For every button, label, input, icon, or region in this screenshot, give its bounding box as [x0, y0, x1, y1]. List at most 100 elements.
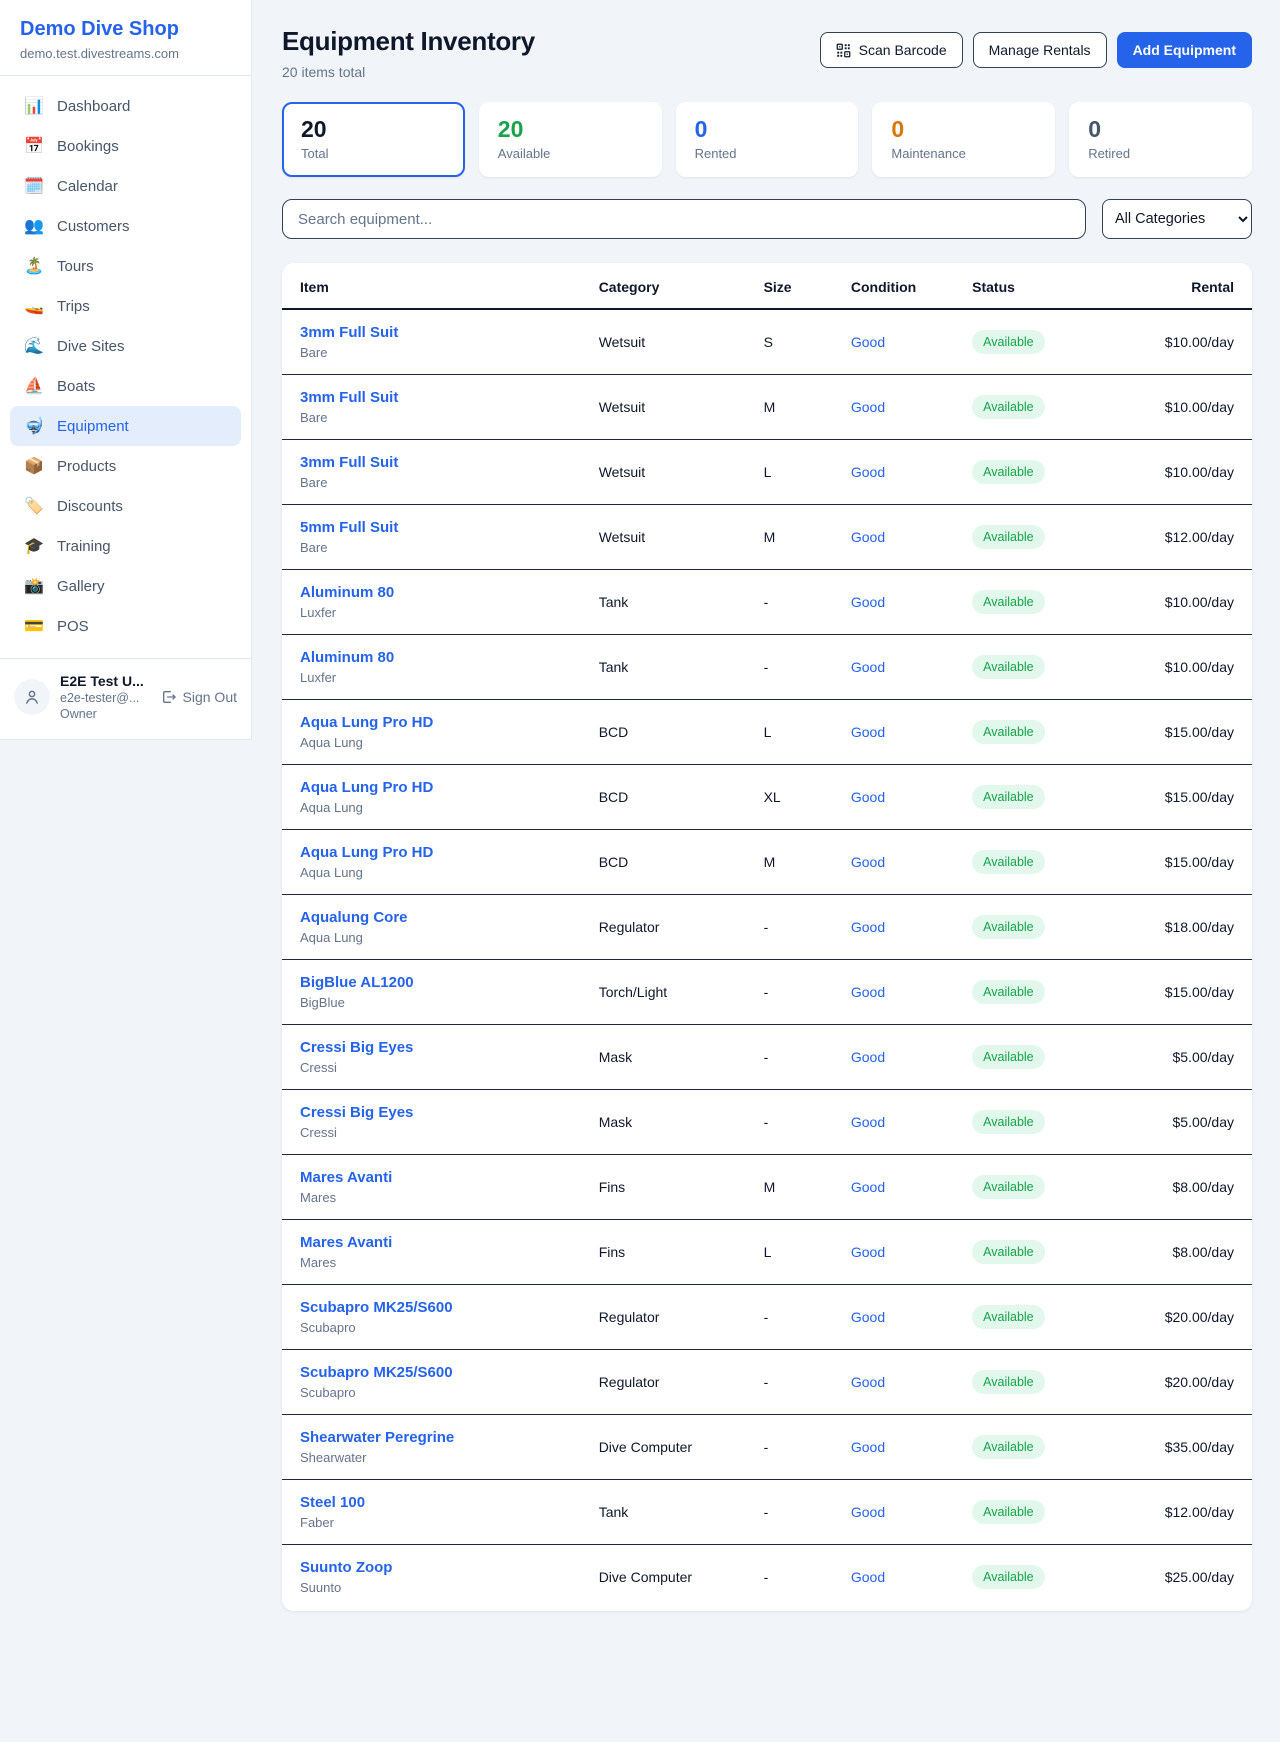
item-brand: Cressi: [300, 1060, 567, 1075]
sign-out-button[interactable]: Sign Out: [161, 689, 237, 705]
item-category: Fins: [583, 1220, 748, 1285]
equipment-table: Item Category Size Condition Status Rent…: [282, 263, 1252, 1609]
item-condition-link[interactable]: Good: [851, 1179, 885, 1195]
item-name-link[interactable]: Scubapro MK25/S600: [300, 1364, 453, 1381]
sidebar-item-label: Dive Sites: [57, 338, 125, 355]
item-name-link[interactable]: 3mm Full Suit: [300, 389, 398, 406]
item-name-link[interactable]: Aluminum 80: [300, 649, 394, 666]
scan-barcode-button[interactable]: Scan Barcode: [820, 32, 963, 68]
table-row: Shearwater Peregrine Shearwater Dive Com…: [282, 1415, 1252, 1480]
sidebar-item-products[interactable]: 📦 Products: [10, 446, 241, 486]
stat-label: Total: [301, 146, 446, 161]
table-row: Mares Avanti Mares Fins M Good Available…: [282, 1155, 1252, 1220]
sidebar-item-training[interactable]: 🎓 Training: [10, 526, 241, 566]
status-badge: Available: [972, 1500, 1045, 1524]
barcode-scan-icon: [836, 43, 851, 58]
sidebar-item-customers[interactable]: 👥 Customers: [10, 206, 241, 246]
col-header-item: Item: [282, 263, 583, 309]
item-brand: Cressi: [300, 1125, 567, 1140]
item-brand: Aqua Lung: [300, 865, 567, 880]
sidebar-item-tours[interactable]: 🏝️ Tours: [10, 246, 241, 286]
stat-card-available[interactable]: 20 Available: [479, 102, 662, 177]
item-condition-link[interactable]: Good: [851, 529, 885, 545]
sidebar-item-calendar[interactable]: 🗓️ Calendar: [10, 166, 241, 206]
item-name-link[interactable]: 3mm Full Suit: [300, 454, 398, 471]
item-rental-rate: $15.00/day: [1121, 960, 1252, 1025]
item-name-link[interactable]: Scubapro MK25/S600: [300, 1299, 453, 1316]
stat-card-rented[interactable]: 0 Rented: [676, 102, 859, 177]
sidebar-item-trips[interactable]: 🚤 Trips: [10, 286, 241, 326]
item-name-link[interactable]: Cressi Big Eyes: [300, 1104, 413, 1121]
col-header-category: Category: [583, 263, 748, 309]
search-input[interactable]: [282, 199, 1086, 239]
item-condition-link[interactable]: Good: [851, 464, 885, 480]
item-condition-link[interactable]: Good: [851, 724, 885, 740]
sign-out-icon: [161, 689, 177, 705]
item-name-link[interactable]: Mares Avanti: [300, 1234, 392, 1251]
sidebar-item-gallery[interactable]: 📸 Gallery: [10, 566, 241, 606]
status-badge: Available: [972, 1305, 1045, 1329]
item-name-link[interactable]: Steel 100: [300, 1494, 365, 1511]
item-condition-link[interactable]: Good: [851, 1374, 885, 1390]
item-condition-link[interactable]: Good: [851, 399, 885, 415]
item-brand: Scubapro: [300, 1320, 567, 1335]
item-name-link[interactable]: 3mm Full Suit: [300, 324, 398, 341]
item-condition-link[interactable]: Good: [851, 1309, 885, 1325]
table-body: 3mm Full Suit Bare Wetsuit S Good Availa…: [282, 309, 1252, 1609]
stat-value: 20: [301, 116, 446, 143]
manage-rentals-button[interactable]: Manage Rentals: [973, 32, 1107, 68]
item-condition-link[interactable]: Good: [851, 854, 885, 870]
sidebar-item-boats[interactable]: ⛵ Boats: [10, 366, 241, 406]
sidebar-item-bookings[interactable]: 📅 Bookings: [10, 126, 241, 166]
item-condition-link[interactable]: Good: [851, 1244, 885, 1260]
item-brand: Luxfer: [300, 605, 567, 620]
item-condition-link[interactable]: Good: [851, 984, 885, 1000]
item-rental-rate: $10.00/day: [1121, 570, 1252, 635]
item-category: Wetsuit: [583, 375, 748, 440]
item-name-link[interactable]: BigBlue AL1200: [300, 974, 414, 991]
item-size: XL: [748, 765, 835, 830]
item-condition-link[interactable]: Good: [851, 919, 885, 935]
stat-card-retired[interactable]: 0 Retired: [1069, 102, 1252, 177]
category-select[interactable]: All Categories: [1102, 199, 1252, 239]
item-rental-rate: $15.00/day: [1121, 765, 1252, 830]
sidebar-item-pos[interactable]: 💳 POS: [10, 606, 241, 646]
sidebar-item-equipment[interactable]: 🤿 Equipment: [10, 406, 241, 446]
item-condition-link[interactable]: Good: [851, 1439, 885, 1455]
sidebar-item-dashboard[interactable]: 📊 Dashboard: [10, 86, 241, 126]
item-condition-link[interactable]: Good: [851, 659, 885, 675]
add-equipment-button[interactable]: Add Equipment: [1117, 32, 1252, 68]
item-condition-link[interactable]: Good: [851, 1569, 885, 1585]
nav-icon-trips-icon: 🚤: [24, 296, 44, 316]
item-condition-link[interactable]: Good: [851, 1049, 885, 1065]
stat-label: Rented: [695, 146, 840, 161]
table-row: Aqua Lung Pro HD Aqua Lung BCD M Good Av…: [282, 830, 1252, 895]
table-row: Suunto Zoop Suunto Dive Computer - Good …: [282, 1545, 1252, 1610]
table-row: Aluminum 80 Luxfer Tank - Good Available…: [282, 570, 1252, 635]
sidebar-item-discounts[interactable]: 🏷️ Discounts: [10, 486, 241, 526]
item-name-link[interactable]: Cressi Big Eyes: [300, 1039, 413, 1056]
col-header-size: Size: [748, 263, 835, 309]
sidebar-item-dive-sites[interactable]: 🌊 Dive Sites: [10, 326, 241, 366]
table-row: Scubapro MK25/S600 Scubapro Regulator - …: [282, 1350, 1252, 1415]
item-condition-link[interactable]: Good: [851, 1114, 885, 1130]
item-name-link[interactable]: Suunto Zoop: [300, 1559, 392, 1576]
item-size: -: [748, 1480, 835, 1545]
item-brand: Mares: [300, 1190, 567, 1205]
stat-value: 0: [891, 116, 1036, 143]
item-condition-link[interactable]: Good: [851, 334, 885, 350]
item-name-link[interactable]: Aqualung Core: [300, 909, 408, 926]
item-name-link[interactable]: 5mm Full Suit: [300, 519, 398, 536]
item-condition-link[interactable]: Good: [851, 594, 885, 610]
item-condition-link[interactable]: Good: [851, 789, 885, 805]
item-condition-link[interactable]: Good: [851, 1504, 885, 1520]
stat-card-total[interactable]: 20 Total: [282, 102, 465, 177]
stat-card-maintenance[interactable]: 0 Maintenance: [872, 102, 1055, 177]
item-name-link[interactable]: Aluminum 80: [300, 584, 394, 601]
item-name-link[interactable]: Mares Avanti: [300, 1169, 392, 1186]
item-name-link[interactable]: Aqua Lung Pro HD: [300, 779, 433, 796]
avatar: [14, 679, 50, 715]
item-name-link[interactable]: Aqua Lung Pro HD: [300, 844, 433, 861]
item-name-link[interactable]: Aqua Lung Pro HD: [300, 714, 433, 731]
item-name-link[interactable]: Shearwater Peregrine: [300, 1429, 454, 1446]
